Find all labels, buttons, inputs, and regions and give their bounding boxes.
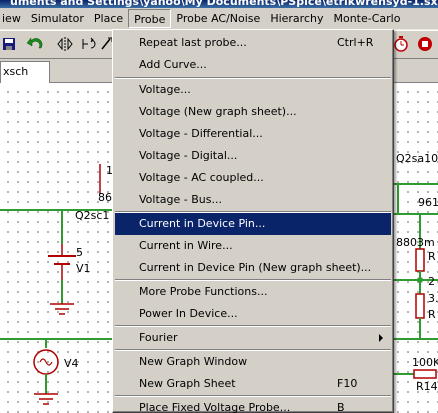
- menu-item-voltage[interactable]: Voltage...: [115, 79, 391, 101]
- submenu-arrow-icon: [379, 334, 383, 342]
- resistor: [415, 248, 425, 272]
- menu-item-voltage-digital[interactable]: Voltage - Digital...: [115, 145, 391, 167]
- menu-probe[interactable]: Probe: [128, 9, 172, 28]
- menu-item-voltage-ac-coupled[interactable]: Voltage - AC coupled...: [115, 167, 391, 189]
- shortcut-label: Ctrl+R: [337, 36, 374, 49]
- menu-hierarchy[interactable]: Hierarchy: [265, 9, 328, 28]
- probe-menu-dropdown: Repeat last probe... Ctrl+R Add Curve...…: [112, 29, 394, 413]
- menu-bar: iew Simulator Place Probe Probe AC/Noise…: [0, 8, 438, 30]
- menu-monte-carlo[interactable]: Monte-Carlo: [328, 9, 405, 28]
- menu-item-new-graph-sheet[interactable]: New Graph Sheet F10: [115, 373, 391, 395]
- menu-item-current-in-wire[interactable]: Current in Wire...: [115, 235, 391, 257]
- menu-item-add-curve[interactable]: Add Curve...: [115, 54, 391, 76]
- menu-view[interactable]: iew: [0, 9, 26, 28]
- value-label: 2: [428, 275, 435, 288]
- sine-symbol: [39, 358, 53, 366]
- shortcut-label: B: [337, 401, 345, 413]
- menu-item-place-fixed-voltage-probe[interactable]: Place Fixed Voltage Probe... B: [115, 397, 391, 413]
- stop-icon[interactable]: [416, 35, 434, 53]
- value-label: 8803m: [396, 236, 435, 249]
- menu-item-more-probe-functions[interactable]: More Probe Functions...: [115, 281, 391, 303]
- schematic-label: 86: [98, 191, 112, 204]
- component-label: Q2sa10: [396, 152, 438, 165]
- resistor: [415, 293, 425, 319]
- menu-item-current-in-device-pin[interactable]: Current in Device Pin...: [115, 213, 391, 235]
- value-label: 3.: [428, 292, 438, 305]
- title-bar: uments and Settings\yahoo\My Documents\P…: [0, 0, 438, 8]
- component-label: V1: [76, 262, 91, 275]
- menu-item-new-graph-window[interactable]: New Graph Window: [115, 351, 391, 373]
- undo-icon[interactable]: [26, 35, 44, 53]
- value-label: 100K: [412, 356, 438, 369]
- resistor: [413, 369, 437, 379]
- value-label: 5: [76, 246, 83, 259]
- menu-probe-ac-noise[interactable]: Probe AC/Noise: [171, 9, 265, 28]
- menu-place[interactable]: Place: [89, 9, 128, 28]
- menu-item-fourier[interactable]: Fourier: [115, 327, 391, 349]
- component-label: R14: [416, 380, 438, 393]
- component-label: V4: [64, 357, 79, 370]
- menu-item-voltage-differential[interactable]: Voltage - Differential...: [115, 123, 391, 145]
- menu-item-power-in-device[interactable]: Power In Device...: [115, 303, 391, 325]
- timer-icon[interactable]: [392, 35, 410, 53]
- menu-simulator[interactable]: Simulator: [26, 9, 89, 28]
- menu-item-voltage-bus[interactable]: Voltage - Bus...: [115, 189, 391, 211]
- document-tab[interactable]: xsch: [0, 61, 50, 83]
- component-label: Q2sc1: [75, 209, 110, 222]
- menu-item-current-in-device-pin-new-graph-sheet[interactable]: Current in Device Pin (New graph sheet).…: [115, 257, 391, 279]
- menu-item-voltage-new-graph-sheet[interactable]: Voltage (New graph sheet)...: [115, 101, 391, 123]
- save-icon[interactable]: [0, 35, 18, 53]
- window-title: uments and Settings\yahoo\My Documents\P…: [10, 0, 438, 8]
- mirror-icon[interactable]: [56, 35, 74, 53]
- component-label: R: [428, 250, 436, 263]
- menu-item-repeat-last-probe[interactable]: Repeat last probe... Ctrl+R: [115, 32, 391, 54]
- value-label: 961: [418, 196, 438, 209]
- component-label: R: [428, 308, 436, 321]
- rotate-icon[interactable]: [80, 35, 98, 53]
- shortcut-label: F10: [337, 377, 358, 390]
